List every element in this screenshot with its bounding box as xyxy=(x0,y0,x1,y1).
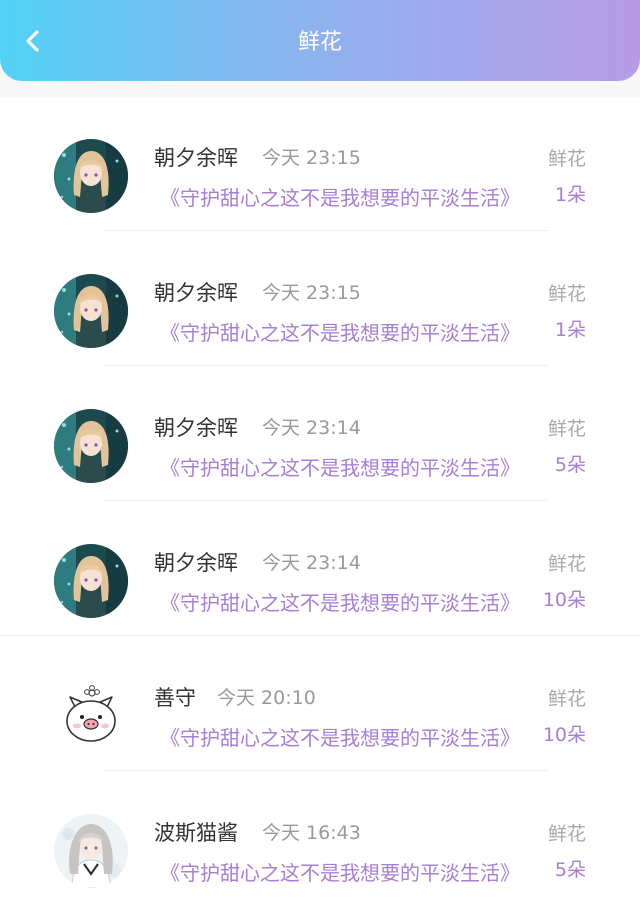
divider xyxy=(104,500,548,501)
sender-name: 波斯猫酱 xyxy=(154,821,238,845)
flower-record-list: 朝夕余晖 今天 23:15 《守护甜心之这不是我想要的平淡生活》 鲜花 1朵 朝… xyxy=(0,97,640,923)
book-title-link[interactable]: 《守护甜心之这不是我想要的平淡生活》 xyxy=(160,725,532,751)
silver-hair-girl-avatar-icon xyxy=(54,814,128,888)
book-title-link[interactable]: 《守护甜心之这不是我想要的平淡生活》 xyxy=(160,860,532,886)
list-item[interactable]: 善守 今天 20:10 《守护甜心之这不是我想要的平淡生活》 鲜花 10朵 xyxy=(0,637,640,771)
gift-type: 鲜花 xyxy=(547,148,586,170)
avatar[interactable] xyxy=(54,139,128,213)
avatar[interactable] xyxy=(54,409,128,483)
list-item[interactable]: 朝夕余晖 今天 23:14 《守护甜心之这不是我想要的平淡生活》 鲜花 5朵 xyxy=(0,367,640,501)
book-title-link[interactable]: 《守护甜心之这不是我想要的平淡生活》 xyxy=(160,455,532,481)
divider xyxy=(104,230,548,231)
avatar[interactable] xyxy=(54,544,128,618)
anime-girl-avatar-icon xyxy=(54,544,128,618)
divider xyxy=(104,770,548,771)
pig-avatar-icon xyxy=(54,679,128,753)
timestamp: 今天 23:14 xyxy=(262,417,361,439)
sender-name: 善守 xyxy=(154,686,196,710)
book-title-link[interactable]: 《守护甜心之这不是我想要的平淡生活》 xyxy=(160,320,532,346)
timestamp: 今天 16:43 xyxy=(262,822,361,844)
sender-name: 朝夕余晖 xyxy=(154,416,238,440)
gift-count: 5朵 xyxy=(554,454,586,476)
anime-girl-avatar-icon xyxy=(54,409,128,483)
avatar[interactable] xyxy=(54,274,128,348)
list-item[interactable]: 朝夕余晖 今天 23:15 《守护甜心之这不是我想要的平淡生活》 鲜花 1朵 xyxy=(0,97,640,231)
gift-type: 鲜花 xyxy=(547,283,586,305)
gift-count: 5朵 xyxy=(554,859,586,881)
book-title-link[interactable]: 《守护甜心之这不是我想要的平淡生活》 xyxy=(160,590,532,616)
gift-type: 鲜花 xyxy=(547,823,586,845)
header-bar: 鲜花 xyxy=(0,0,640,81)
timestamp: 今天 20:10 xyxy=(217,687,316,709)
gift-count: 1朵 xyxy=(554,319,586,341)
avatar[interactable] xyxy=(54,814,128,888)
timestamp: 今天 23:15 xyxy=(262,147,361,169)
gift-count: 1朵 xyxy=(554,184,586,206)
sender-name: 朝夕余晖 xyxy=(154,146,238,170)
avatar[interactable] xyxy=(54,679,128,753)
list-item[interactable]: 朝夕余晖 今天 23:15 《守护甜心之这不是我想要的平淡生活》 鲜花 1朵 xyxy=(0,232,640,366)
gift-count: 10朵 xyxy=(542,589,586,611)
list-item[interactable]: 波斯猫酱 今天 16:43 《守护甜心之这不是我想要的平淡生活》 鲜花 5朵 xyxy=(0,772,640,906)
gift-count: 10朵 xyxy=(542,724,586,746)
divider xyxy=(104,365,548,366)
gift-type: 鲜花 xyxy=(547,418,586,440)
sender-name: 朝夕余晖 xyxy=(154,281,238,305)
list-item[interactable]: 朝夕余晖 今天 23:14 《守护甜心之这不是我想要的平淡生活》 鲜花 10朵 xyxy=(0,502,640,636)
timestamp: 今天 23:14 xyxy=(262,552,361,574)
timestamp: 今天 23:15 xyxy=(262,282,361,304)
sender-name: 朝夕余晖 xyxy=(154,551,238,575)
gift-type: 鲜花 xyxy=(547,688,586,710)
page-title: 鲜花 xyxy=(297,30,342,55)
anime-girl-avatar-icon xyxy=(54,274,128,348)
book-title-link[interactable]: 《守护甜心之这不是我想要的平淡生活》 xyxy=(160,185,532,211)
divider xyxy=(0,635,640,636)
anime-girl-avatar-icon xyxy=(54,139,128,213)
gift-type: 鲜花 xyxy=(547,553,586,575)
